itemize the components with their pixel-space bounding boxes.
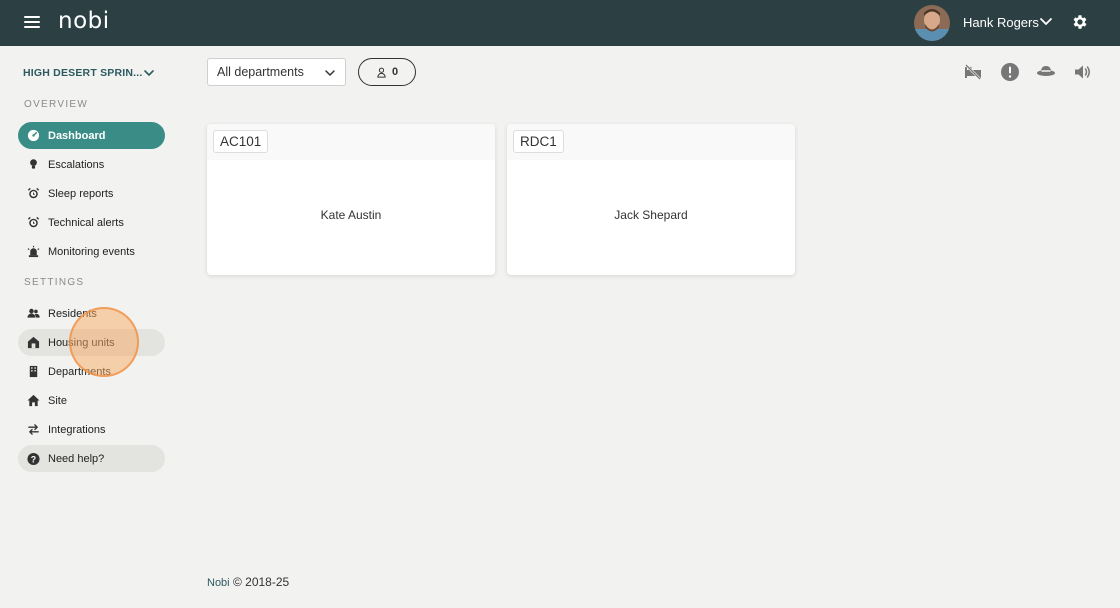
hat-icon[interactable] xyxy=(1036,62,1056,82)
resident-name: Kate Austin xyxy=(320,208,382,222)
card-header: RDC1 xyxy=(507,124,795,160)
sidebar-item-site[interactable]: Site xyxy=(18,387,165,414)
resident-name: Jack Shepard xyxy=(614,208,688,222)
menu-icon[interactable] xyxy=(24,16,40,30)
logo[interactable]: nobi xyxy=(58,8,110,34)
person-icon xyxy=(377,67,386,78)
help-button[interactable]: ? Need help? xyxy=(18,445,165,472)
alarm-clock-icon xyxy=(27,216,40,229)
site-selector[interactable]: HIGH DESERT SPRIN... xyxy=(23,67,143,79)
alarm-clock-icon xyxy=(27,187,40,200)
sidebar-item-label: Technical alerts xyxy=(48,216,124,229)
avatar[interactable] xyxy=(914,5,950,41)
sidebar-item-label: Site xyxy=(48,394,67,407)
sidebar-item-departments[interactable]: Departments xyxy=(18,358,165,385)
sidebar-item-label: Departments xyxy=(48,365,111,378)
section-label-overview: OVERVIEW xyxy=(24,99,89,110)
sidebar: HIGH DESERT SPRIN... OVERVIEW Dashboard … xyxy=(0,46,190,608)
sidebar-item-sleep-reports[interactable]: Sleep reports xyxy=(18,180,165,207)
building-icon xyxy=(27,365,40,378)
home-icon xyxy=(27,394,40,407)
sidebar-item-label: Integrations xyxy=(48,423,106,436)
sidebar-item-technical-alerts[interactable]: Technical alerts xyxy=(18,209,165,236)
house-icon xyxy=(27,336,40,349)
help-label: Need help? xyxy=(48,452,105,465)
svg-text:?: ? xyxy=(31,454,36,464)
sidebar-item-label: Escalations xyxy=(48,158,105,171)
sidebar-item-label: Dashboard xyxy=(48,129,106,142)
top-bar: nobi Hank Rogers xyxy=(0,0,1120,46)
section-label-settings: SETTINGS xyxy=(24,277,85,288)
sidebar-item-label: Housing units xyxy=(48,336,115,349)
sidebar-item-label: Monitoring events xyxy=(48,245,135,258)
exclamation-icon[interactable] xyxy=(1000,62,1020,82)
lightbulb-icon xyxy=(27,158,40,171)
unit-code: RDC1 xyxy=(513,130,564,153)
copyright: © 2018-25 xyxy=(232,575,290,589)
resident-count-button[interactable]: 0 xyxy=(358,58,416,86)
sidebar-item-monitoring-events[interactable]: Monitoring events xyxy=(18,238,165,265)
dashboard-icon xyxy=(27,129,40,142)
footer-brand-link[interactable]: Nobi xyxy=(207,577,230,589)
siren-icon xyxy=(27,245,40,258)
gear-icon[interactable] xyxy=(1071,13,1089,31)
housing-unit-card[interactable]: RDC1 Jack Shepard xyxy=(507,124,795,275)
question-icon: ? xyxy=(27,452,40,465)
sidebar-item-housing-units[interactable]: Housing units xyxy=(18,329,165,356)
footer: Nobi © 2018-25 xyxy=(207,575,289,589)
speaker-icon[interactable] xyxy=(1073,62,1093,82)
housing-unit-card[interactable]: AC101 Kate Austin xyxy=(207,124,495,275)
sidebar-item-integrations[interactable]: Integrations xyxy=(18,416,165,443)
department-filter-select[interactable]: All departments xyxy=(207,58,346,86)
sidebar-item-escalations[interactable]: Escalations xyxy=(18,151,165,178)
chevron-down-icon xyxy=(325,70,335,77)
sidebar-item-dashboard[interactable]: Dashboard xyxy=(18,122,165,149)
sidebar-item-residents[interactable]: Residents xyxy=(18,300,165,327)
chevron-down-icon[interactable] xyxy=(143,67,155,79)
sidebar-item-label: Sleep reports xyxy=(48,187,114,200)
arrows-exchange-icon xyxy=(27,423,40,436)
users-icon xyxy=(27,307,40,320)
sidebar-item-label: Residents xyxy=(48,307,97,320)
chevron-down-icon[interactable] xyxy=(1039,14,1053,30)
bed-off-icon[interactable] xyxy=(963,62,983,82)
unit-code: AC101 xyxy=(213,130,269,153)
card-header: AC101 xyxy=(207,124,495,160)
resident-count: 0 xyxy=(391,66,399,78)
department-filter-value: All departments xyxy=(217,65,304,79)
user-name[interactable]: Hank Rogers xyxy=(963,15,1039,30)
